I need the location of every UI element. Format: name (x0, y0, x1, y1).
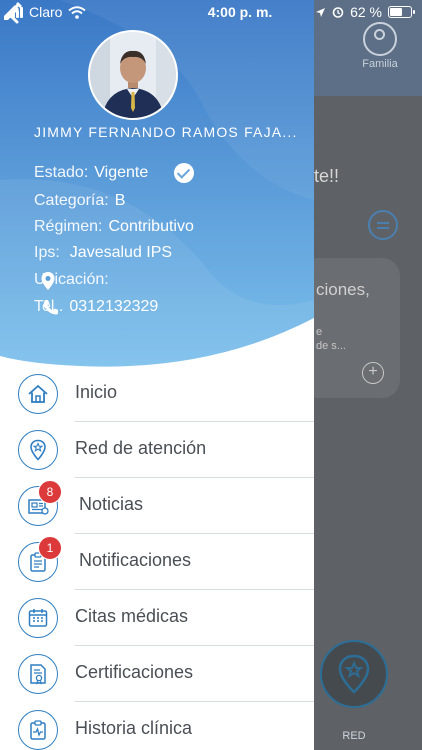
drawer-menu: Inicio Red de atención 8 Noticias 1 Noti… (0, 366, 314, 750)
categoria-row: Categoría: B (34, 192, 125, 210)
menu-item-label: Certificaciones (75, 662, 194, 682)
familia-button[interactable]: Familia (355, 22, 405, 70)
regimen-value: Contributivo (108, 218, 194, 235)
avatar (88, 30, 178, 120)
estado-row: Estado: Vigente (34, 163, 195, 183)
battery-percent: 62 % (350, 4, 382, 20)
drawer-header: JIMMY FERNANDO RAMOS FAJA... Estado: Vig… (0, 0, 314, 380)
menu-item-label: Red de atención (75, 438, 207, 458)
red-tab-button[interactable]: RED (318, 640, 390, 750)
menu-item-label: Noticias (79, 494, 144, 514)
greeting-text: te!! (314, 166, 340, 186)
menu-item-notificaciones[interactable]: 1 Notificaciones (0, 534, 314, 590)
home-icon (18, 374, 58, 414)
navigation-drawer: JIMMY FERNANDO RAMOS FAJA... Estado: Vig… (0, 0, 314, 750)
medical-record-icon (18, 710, 58, 750)
card-text: e de s... (316, 325, 346, 353)
categoria-label: Categoría: (34, 192, 109, 209)
menu-item-label: Citas médicas (75, 606, 189, 626)
menu-item-historia-clinica[interactable]: Historia clínica (0, 702, 314, 750)
phone-icon[interactable] (42, 298, 60, 316)
ubicacion-row[interactable]: Ubicación: (34, 271, 115, 291)
status-bar: Claro 4:00 p. m. 62 % (0, 0, 422, 24)
card-title: ciones, (316, 280, 370, 299)
menu-item-citas-medicas[interactable]: Citas médicas (0, 590, 314, 646)
card-text-line: e (316, 326, 323, 338)
battery-fill (390, 8, 402, 16)
menu-item-inicio[interactable]: Inicio (0, 366, 314, 422)
notification-badge: 1 (38, 536, 62, 560)
estado-label: Estado: (34, 164, 89, 181)
location-pin-icon[interactable] (40, 271, 56, 291)
user-name: JIMMY FERNANDO RAMOS FAJA... (34, 124, 298, 140)
ips-label: Ips: (34, 244, 60, 261)
estado-value: Vigente (94, 164, 149, 181)
regimen-label: Régimen: (34, 218, 103, 235)
map-pin-icon (320, 640, 388, 708)
familia-label: Familia (362, 58, 398, 70)
certificate-icon (18, 654, 58, 694)
red-label: RED (342, 730, 366, 742)
add-icon[interactable]: + (362, 362, 384, 384)
tel-value: 0312132329 (69, 298, 159, 315)
user-circle-icon (363, 22, 397, 56)
ips-value: Javesalud IPS (69, 244, 173, 261)
battery-icon (388, 6, 415, 18)
menu-item-red-de-atencion[interactable]: Red de atención (0, 422, 314, 478)
menu-item-label: Inicio (75, 382, 118, 402)
info-card[interactable] (300, 258, 400, 398)
map-pin-star-icon (18, 430, 58, 470)
menu-item-noticias[interactable]: 8 Noticias (0, 478, 314, 534)
categoria-value: B (114, 192, 126, 209)
chat-icon[interactable] (368, 210, 398, 240)
ips-row: Ips: Javesalud IPS (34, 244, 172, 262)
menu-item-certificaciones[interactable]: Certificaciones (0, 646, 314, 702)
menu-item-label: Historia clínica (75, 718, 193, 738)
card-text-line: de s... (316, 340, 346, 352)
regimen-row: Régimen: Contributivo (34, 218, 194, 236)
alarm-icon (332, 7, 344, 18)
telefono-row[interactable]: Tel.. 0312132329 (34, 298, 158, 316)
menu-item-label: Notificaciones (79, 550, 192, 570)
location-arrow-icon (316, 7, 326, 17)
notification-badge: 8 (38, 480, 62, 504)
calendar-icon (18, 598, 58, 638)
check-circle-icon (174, 163, 195, 183)
